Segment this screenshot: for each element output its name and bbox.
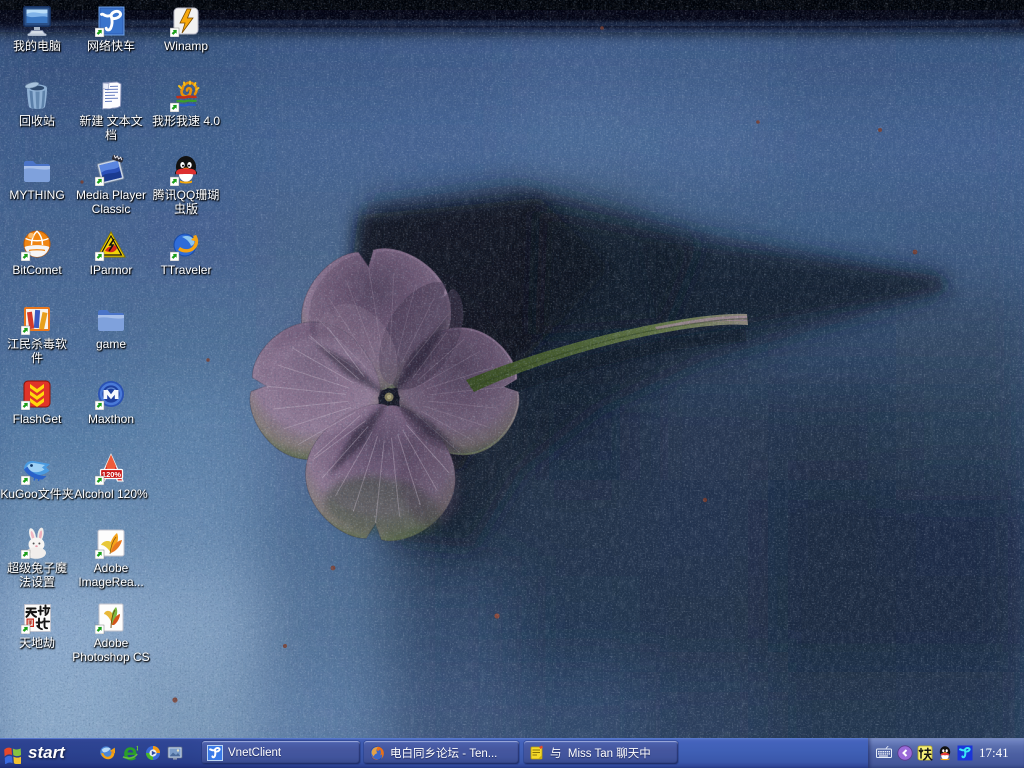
- svg-text:120%: 120%: [102, 470, 122, 479]
